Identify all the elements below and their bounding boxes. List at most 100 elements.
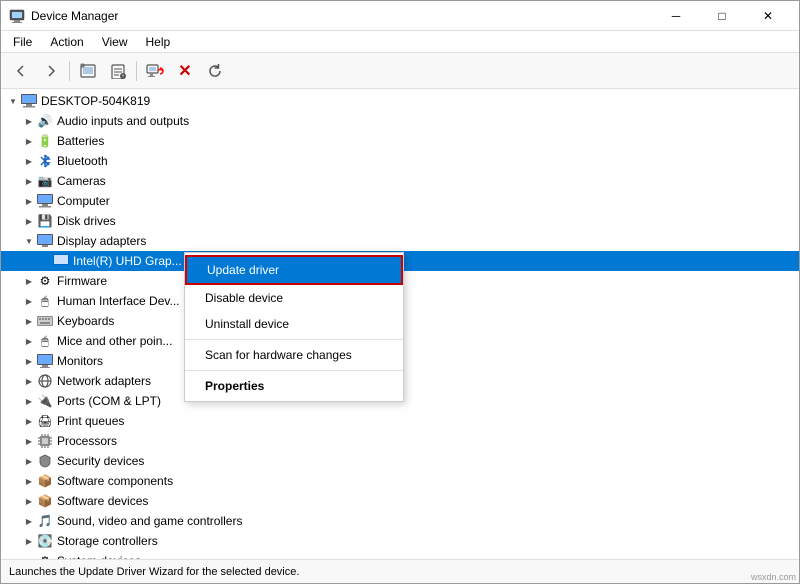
menu-help[interactable]: Help: [138, 33, 179, 51]
network-arrow: ▶: [21, 371, 37, 391]
bluetooth-arrow: ▶: [21, 151, 37, 171]
batteries-icon: 🔋: [37, 133, 53, 149]
print-arrow: ▶: [21, 411, 37, 431]
system-icon: ⚙: [37, 553, 53, 559]
menu-view[interactable]: View: [94, 33, 136, 51]
tree-item-display[interactable]: ▼ Display adapters: [1, 231, 799, 251]
keyboards-icon: [37, 313, 53, 329]
hid-arrow: ▶: [21, 291, 37, 311]
audio-label: Audio inputs and outputs: [57, 114, 189, 128]
batteries-arrow: ▶: [21, 131, 37, 151]
tree-item-storage[interactable]: ▶ 💽 Storage controllers: [1, 531, 799, 551]
intel-label: Intel(R) UHD Grap...: [73, 254, 182, 268]
firmware-icon: ⚙: [37, 273, 53, 289]
tree-root[interactable]: ▼ DESKTOP-504K819: [1, 91, 799, 111]
print-label: Print queues: [57, 414, 124, 428]
tree-item-computer[interactable]: ▶ Computer: [1, 191, 799, 211]
remove-button[interactable]: ✕: [171, 58, 199, 84]
disk-icon: 💾: [37, 213, 53, 229]
software-dev-icon: 📦: [37, 493, 53, 509]
ctx-update-driver[interactable]: Update driver: [185, 255, 403, 285]
tree-item-disk[interactable]: ▶ 💾 Disk drives: [1, 211, 799, 231]
ctx-disable-device[interactable]: Disable device: [185, 285, 403, 311]
firmware-arrow: ▶: [21, 271, 37, 291]
tree-item-processors[interactable]: ▶ Processors: [1, 431, 799, 451]
tree-item-system[interactable]: ▶ ⚙ System devices: [1, 551, 799, 559]
cameras-label: Cameras: [57, 174, 106, 188]
tree-item-sound[interactable]: ▶ 🎵 Sound, video and game controllers: [1, 511, 799, 531]
ctx-scan-hardware[interactable]: Scan for hardware changes: [185, 342, 403, 368]
show-hidden-button[interactable]: [74, 58, 102, 84]
back-button[interactable]: [7, 58, 35, 84]
batteries-label: Batteries: [57, 134, 104, 148]
security-label: Security devices: [57, 454, 144, 468]
tree-item-software-comp[interactable]: ▶ 📦 Software components: [1, 471, 799, 491]
hid-icon: 🖱: [37, 293, 53, 309]
watermark: wsxdn.com: [751, 572, 796, 582]
properties-button[interactable]: [104, 58, 132, 84]
tree-item-cameras[interactable]: ▶ 📷 Cameras: [1, 171, 799, 191]
storage-icon: 💽: [37, 533, 53, 549]
minimize-button[interactable]: ─: [653, 1, 699, 31]
title-bar-left: Device Manager: [9, 8, 118, 24]
status-text: Launches the Update Driver Wizard for th…: [9, 566, 299, 578]
sound-icon: 🎵: [37, 513, 53, 529]
network-icon: [37, 373, 53, 389]
security-icon: [37, 453, 53, 469]
computer-label: Computer: [57, 194, 110, 208]
display-label: Display adapters: [57, 234, 146, 248]
mice-label: Mice and other poin...: [57, 334, 172, 348]
refresh-button[interactable]: [201, 58, 229, 84]
menu-action[interactable]: Action: [42, 33, 91, 51]
software-dev-arrow: ▶: [21, 491, 37, 511]
audio-icon: 🔊: [37, 113, 53, 129]
ports-arrow: ▶: [21, 391, 37, 411]
ctx-separator: [185, 339, 403, 340]
network-label: Network adapters: [57, 374, 151, 388]
computer-arrow: ▶: [21, 191, 37, 211]
sound-label: Sound, video and game controllers: [57, 514, 242, 528]
maximize-button[interactable]: □: [699, 1, 745, 31]
software-dev-label: Software devices: [57, 494, 148, 508]
tree-item-software-dev[interactable]: ▶ 📦 Software devices: [1, 491, 799, 511]
disk-label: Disk drives: [57, 214, 116, 228]
tree-item-print[interactable]: ▶ 🖨 Print queues: [1, 411, 799, 431]
processors-label: Processors: [57, 434, 117, 448]
close-button[interactable]: ✕: [745, 1, 791, 31]
cameras-arrow: ▶: [21, 171, 37, 191]
scan-hardware-button[interactable]: [141, 58, 169, 84]
menu-bar: File Action View Help: [1, 31, 799, 53]
audio-arrow: ▶: [21, 111, 37, 131]
bluetooth-label: Bluetooth: [57, 154, 108, 168]
software-comp-icon: 📦: [37, 473, 53, 489]
tree-item-audio[interactable]: ▶ 🔊 Audio inputs and outputs: [1, 111, 799, 131]
sound-arrow: ▶: [21, 511, 37, 531]
toolbar-sep-2: [136, 61, 137, 81]
firmware-label: Firmware: [57, 274, 107, 288]
hid-label: Human Interface Dev...: [57, 294, 180, 308]
status-bar: Launches the Update Driver Wizard for th…: [1, 559, 799, 583]
bluetooth-icon: [37, 153, 53, 169]
software-comp-label: Software components: [57, 474, 173, 488]
tree-item-bluetooth[interactable]: ▶ Bluetooth: [1, 151, 799, 171]
menu-file[interactable]: File: [5, 33, 40, 51]
display-icon: [37, 233, 53, 249]
cameras-icon: 📷: [37, 173, 53, 189]
ctx-uninstall-device[interactable]: Uninstall device: [185, 311, 403, 337]
tree-item-security[interactable]: ▶ Security devices: [1, 451, 799, 471]
monitors-arrow: ▶: [21, 351, 37, 371]
system-arrow: ▶: [21, 551, 37, 559]
computer-device-icon: [37, 193, 53, 209]
monitors-label: Monitors: [57, 354, 103, 368]
window-controls: ─ □ ✕: [653, 1, 791, 31]
root-arrow: ▼: [5, 91, 21, 111]
toolbar: ✕: [1, 53, 799, 89]
security-arrow: ▶: [21, 451, 37, 471]
ports-label: Ports (COM & LPT): [57, 394, 161, 408]
ctx-properties[interactable]: Properties: [185, 373, 403, 399]
disk-arrow: ▶: [21, 211, 37, 231]
tree-item-batteries[interactable]: ▶ 🔋 Batteries: [1, 131, 799, 151]
forward-button[interactable]: [37, 58, 65, 84]
device-manager-window: Device Manager ─ □ ✕ File Action View He…: [0, 0, 800, 584]
ctx-separator-2: [185, 370, 403, 371]
